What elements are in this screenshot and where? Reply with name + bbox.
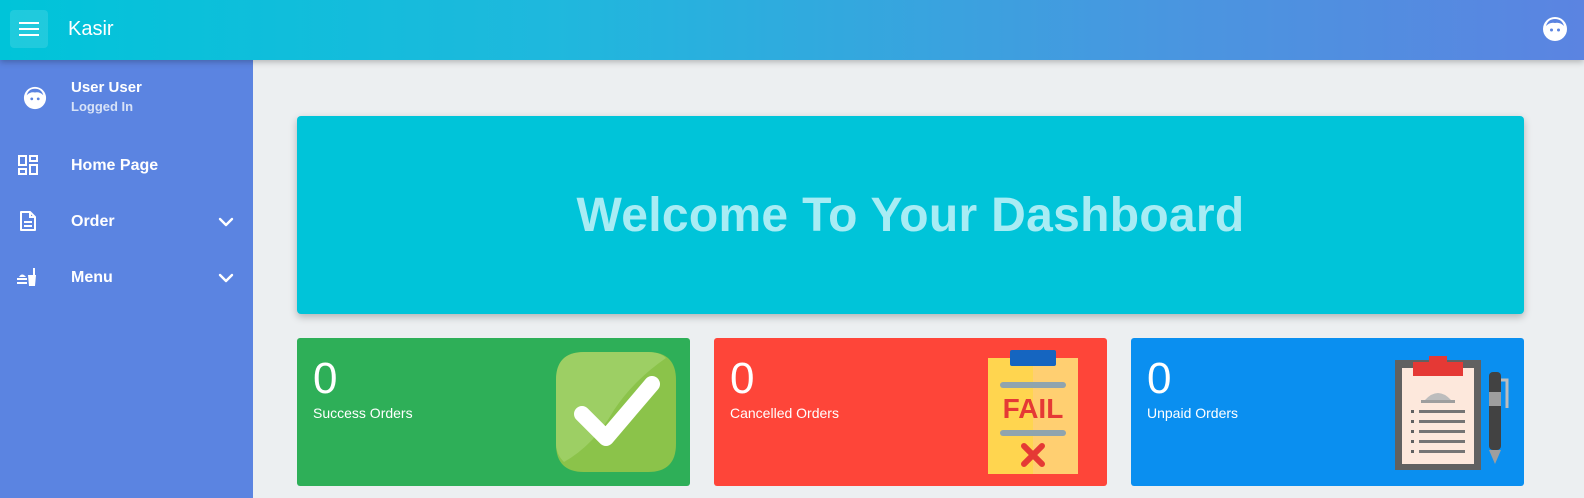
sidebar: User User Logged In Home Page Order Menu: [0, 60, 253, 498]
fail-clipboard-icon: FAIL: [988, 350, 1078, 474]
fail-stamp-text: FAIL: [1003, 393, 1064, 424]
sidebar-user-profile[interactable]: User User Logged In: [0, 74, 253, 128]
user-face-icon: [23, 86, 47, 110]
cancelled-orders-card[interactable]: 0 Cancelled Orders FAIL: [714, 338, 1107, 486]
chevron-down-icon: [218, 273, 234, 283]
user-status: Logged In: [71, 99, 134, 114]
checkmark-icon: [556, 352, 676, 472]
document-icon: [20, 211, 36, 231]
stat-value: 0: [313, 354, 338, 403]
sidebar-item-label: Order: [71, 213, 115, 230]
success-orders-card[interactable]: 0 Success Orders: [297, 338, 690, 486]
sidebar-item-menu[interactable]: Menu: [0, 254, 253, 302]
sidebar-item-home-page[interactable]: Home Page: [0, 142, 253, 190]
food-drink-icon: [17, 268, 36, 286]
sidebar-item-label: Home Page: [71, 157, 159, 174]
sidebar-item-label: Menu: [71, 269, 113, 286]
top-app-bar: Kasir: [0, 0, 1584, 60]
dashboard-icon: [18, 155, 38, 175]
welcome-banner: Welcome To Your Dashboard: [297, 116, 1524, 314]
user-face-icon[interactable]: [1542, 16, 1568, 42]
app-title: Kasir: [68, 18, 114, 40]
chevron-down-icon: [218, 217, 234, 227]
stat-label: Success Orders: [313, 405, 413, 421]
sidebar-item-order[interactable]: Order: [0, 198, 253, 246]
hamburger-icon: [19, 22, 39, 36]
menu-toggle-button[interactable]: [10, 10, 48, 48]
stat-label: Unpaid Orders: [1147, 405, 1239, 421]
stat-label: Cancelled Orders: [730, 405, 839, 421]
order-clipboard-icon: [1395, 356, 1509, 470]
user-name: User User: [71, 79, 142, 96]
stat-value: 0: [730, 354, 755, 403]
stat-value: 0: [1147, 354, 1172, 403]
unpaid-orders-card[interactable]: 0 Unpaid Orders: [1131, 338, 1524, 486]
welcome-heading: Welcome To Your Dashboard: [576, 188, 1245, 242]
